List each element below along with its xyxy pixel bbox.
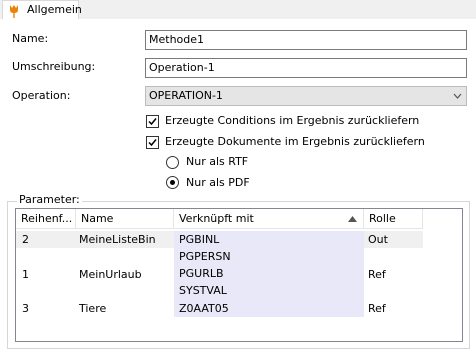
linked-item: SYSTVAL <box>179 284 227 297</box>
radio-pdf-label[interactable]: Nur als PDF <box>186 176 250 190</box>
cell-name: MeinUrlaub <box>79 268 142 281</box>
radio-selected-dot <box>170 180 175 185</box>
radio-pdf[interactable] <box>166 176 179 189</box>
tab-label: Allgemein <box>27 3 82 16</box>
linked-item: PGPERSN <box>179 250 231 263</box>
cell-role: Ref <box>368 268 386 281</box>
radio-rtf-label[interactable]: Nur als RTF <box>186 155 248 169</box>
column-header-order[interactable]: Reihenf... <box>16 209 76 229</box>
cell-order: 1 <box>22 268 29 281</box>
chevron-down-icon <box>453 93 462 99</box>
column-header-linked-label: Verknüpft mit <box>179 212 254 225</box>
operation-label: Operation: <box>12 89 71 102</box>
column-header-name[interactable]: Name <box>76 209 174 229</box>
cell-linked[interactable]: PGBINL <box>174 231 364 248</box>
operation-dropdown[interactable]: OPERATION-1 <box>145 86 467 106</box>
checkmark-icon <box>148 118 157 126</box>
linked-item: PGURLB <box>179 267 224 280</box>
dokumente-checkbox-label[interactable]: Erzeugte Dokumente im Ergebnis zurücklie… <box>165 135 425 149</box>
cell-order: 2 <box>22 233 29 246</box>
column-header-linked[interactable]: Verknüpft mit <box>174 209 364 229</box>
checkmark-icon <box>148 139 157 147</box>
cell-name: MeineListeBin <box>79 233 156 246</box>
name-label: Name: <box>12 32 49 45</box>
tab-allgemein[interactable]: Allgemein <box>2 0 82 19</box>
conditions-checkbox[interactable] <box>146 115 159 128</box>
column-header-role[interactable]: Rolle <box>364 209 423 229</box>
umschreibung-label: Umschreibung: <box>12 60 96 73</box>
parameter-table[interactable]: Reihenf... Name Verknüpft mit Rolle 2 Me… <box>15 208 463 342</box>
cell-role: Out <box>368 233 388 246</box>
cell-order: 3 <box>22 302 29 315</box>
cell-role: Ref <box>368 302 386 315</box>
radio-rtf[interactable] <box>166 156 179 169</box>
linked-item: PGBINL <box>179 233 220 246</box>
operation-value: OPERATION-1 <box>149 89 223 102</box>
cell-name: Tiere <box>79 302 107 315</box>
sort-ascending-icon <box>348 216 357 222</box>
name-field[interactable]: Methode1 <box>145 30 467 50</box>
cell-linked[interactable]: Z0AAT05 <box>174 300 364 317</box>
parameter-group-label: Parameter: <box>17 193 82 207</box>
conditions-checkbox-label[interactable]: Erzeugte Conditions im Ergebnis zurückli… <box>165 114 419 128</box>
cell-linked[interactable]: PGPERSN PGURLB SYSTVAL <box>174 248 364 300</box>
umschreibung-field[interactable]: Operation-1 <box>145 58 467 78</box>
dokumente-checkbox[interactable] <box>146 136 159 149</box>
tulip-icon <box>10 5 18 18</box>
linked-item: Z0AAT05 <box>179 302 229 315</box>
